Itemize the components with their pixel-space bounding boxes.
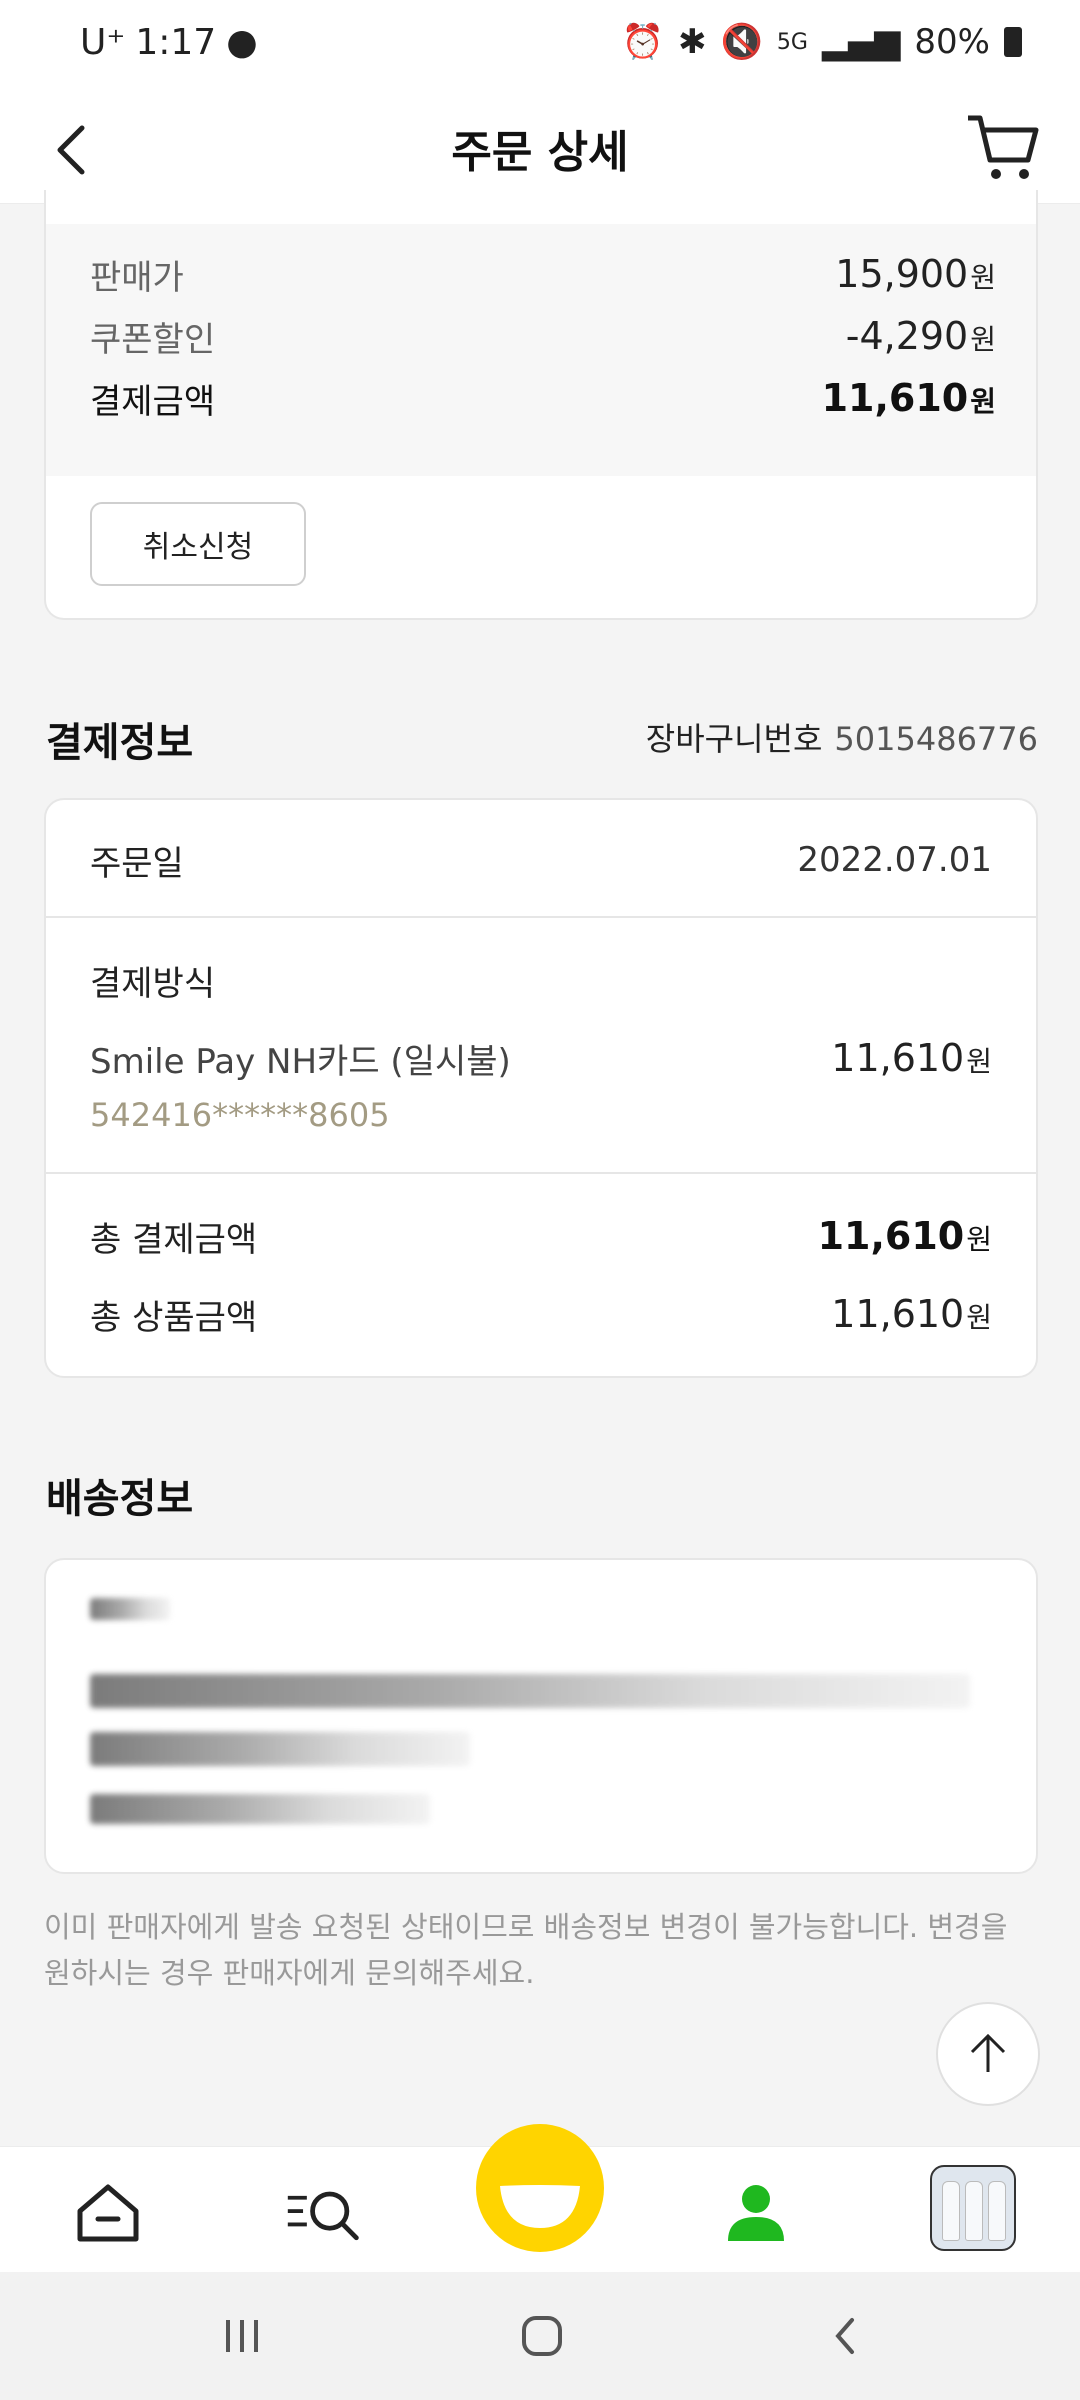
price-row-sale: 판매가 15,900원 — [90, 244, 996, 304]
card-number: 542416******8605 — [90, 1096, 390, 1134]
price-row-coupon: 쿠폰할인 -4,290원 — [90, 306, 996, 366]
paid-amount-label: 결제금액 — [90, 381, 216, 422]
recent-product-thumbnail[interactable] — [930, 2165, 1016, 2251]
back-nav-icon — [835, 2318, 854, 2354]
payment-info-card: 주문일 2022.07.01 결제방식 Smile Pay NH카드 (일시불)… — [44, 798, 1038, 1378]
coupon-discount-unit: 원 — [970, 323, 996, 356]
cart-button[interactable] — [962, 108, 1042, 188]
total-payment-label: 총 결제금액 — [90, 1219, 258, 1260]
system-nav-bar — [0, 2272, 1080, 2400]
recent-apps-button[interactable] — [212, 2306, 272, 2366]
smile-icon — [500, 2185, 580, 2228]
order-date-value: 2022.07.01 — [797, 840, 992, 880]
smile-center-button[interactable] — [476, 2124, 604, 2252]
shipping-notice: 이미 판매자에게 발송 요청된 상태이므로 배송정보 변경이 불가능합니다. 변… — [44, 1910, 1008, 1990]
order-date-row: 주문일 2022.07.01 — [90, 830, 992, 890]
coupon-discount-label: 쿠폰할인 — [90, 319, 216, 360]
total-payment-unit: 원 — [966, 1223, 992, 1256]
signal-icon: ▂▄▆ — [821, 22, 901, 62]
payment-method-amount: 11,610 — [831, 1036, 965, 1080]
recent-apps-icon — [226, 2320, 258, 2352]
network-label: 5G — [776, 29, 808, 55]
price-summary-card: 판매가 15,900원 쿠폰할인 -4,290원 결제금액 11,610원 취소… — [44, 190, 1038, 620]
total-payment-row: 총 결제금액 11,610원 — [90, 1206, 992, 1266]
payment-method-label: 결제방식 — [90, 963, 216, 1004]
total-goods-value: 11,610 — [831, 1292, 965, 1336]
total-goods-label: 총 상품금액 — [90, 1297, 258, 1338]
back-nav-button[interactable] — [816, 2306, 876, 2366]
shipping-info-card — [44, 1558, 1038, 1874]
carrier-label: U⁺ — [80, 22, 126, 63]
alarm-icon: ⏰ — [621, 22, 665, 62]
notification-icon: ● — [226, 22, 258, 63]
paid-amount-unit: 원 — [970, 385, 996, 418]
home-nav-icon — [522, 2316, 562, 2356]
paid-amount-value: 11,610 — [821, 376, 969, 420]
home-button[interactable] — [512, 2306, 572, 2366]
divider — [46, 1172, 1036, 1174]
cart-icon — [968, 115, 1039, 179]
payment-info-title: 결제정보 — [46, 720, 194, 766]
battery-icon — [1004, 27, 1022, 57]
status-left: U⁺ 1:17 ● — [80, 22, 258, 63]
search-icon — [287, 2191, 359, 2241]
user-icon — [728, 2185, 784, 2241]
bluetooth-icon: ✱ — [678, 22, 707, 62]
price-summary-box: 판매가 15,900원 쿠폰할인 -4,290원 결제금액 11,610원 — [46, 224, 1036, 476]
redacted-address-line — [90, 1674, 970, 1708]
scroll-to-top-button[interactable] — [936, 2002, 1040, 2106]
payment-method-detail: Smile Pay NH카드 (일시불) 11,610원 — [90, 1028, 992, 1088]
payment-method-row: 결제방식 — [90, 950, 992, 1010]
payment-method-unit: 원 — [966, 1045, 992, 1078]
tab-home[interactable] — [68, 2173, 148, 2253]
price-row-paid: 결제금액 11,610원 — [90, 368, 996, 428]
redacted-address-line — [90, 1732, 470, 1766]
coupon-discount-value: -4,290 — [845, 314, 969, 358]
sale-price-label: 판매가 — [90, 257, 184, 298]
cart-number-label: 장바구니번호 — [645, 720, 823, 758]
battery-label: 80% — [914, 22, 990, 62]
cancel-request-button[interactable]: 취소신청 — [90, 502, 306, 586]
clock: 1:17 — [135, 22, 217, 63]
tab-my-page[interactable] — [716, 2173, 796, 2253]
cart-number-value: 5015486776 — [834, 720, 1038, 758]
total-payment-value: 11,610 — [817, 1214, 965, 1258]
tab-search[interactable] — [284, 2173, 364, 2253]
order-date-label: 주문일 — [90, 843, 184, 884]
arrow-up-icon — [970, 2033, 1006, 2072]
divider — [46, 916, 1036, 918]
status-bar: U⁺ 1:17 ● ⏰ ✱ 🔇 5G ▂▄▆ 80% — [0, 0, 1080, 96]
sale-price-unit: 원 — [970, 261, 996, 294]
status-right: ⏰ ✱ 🔇 5G ▂▄▆ 80% — [622, 22, 1022, 62]
redacted-recipient — [90, 1598, 170, 1620]
mute-icon: 🔇 — [720, 22, 763, 62]
payment-method-name: Smile Pay NH카드 (일시불) — [90, 1041, 511, 1082]
cart-number: 장바구니번호 5015486776 — [646, 714, 1038, 760]
home-icon — [77, 2184, 139, 2242]
total-goods-row: 총 상품금액 11,610원 — [90, 1284, 992, 1344]
app-header: 주문 상세 — [0, 96, 1080, 204]
redacted-phone — [90, 1794, 430, 1824]
sale-price-value: 15,900 — [835, 252, 969, 296]
total-goods-unit: 원 — [966, 1301, 992, 1334]
page-title: 주문 상세 — [451, 127, 629, 178]
shipping-info-title: 배송정보 — [46, 1476, 194, 1522]
